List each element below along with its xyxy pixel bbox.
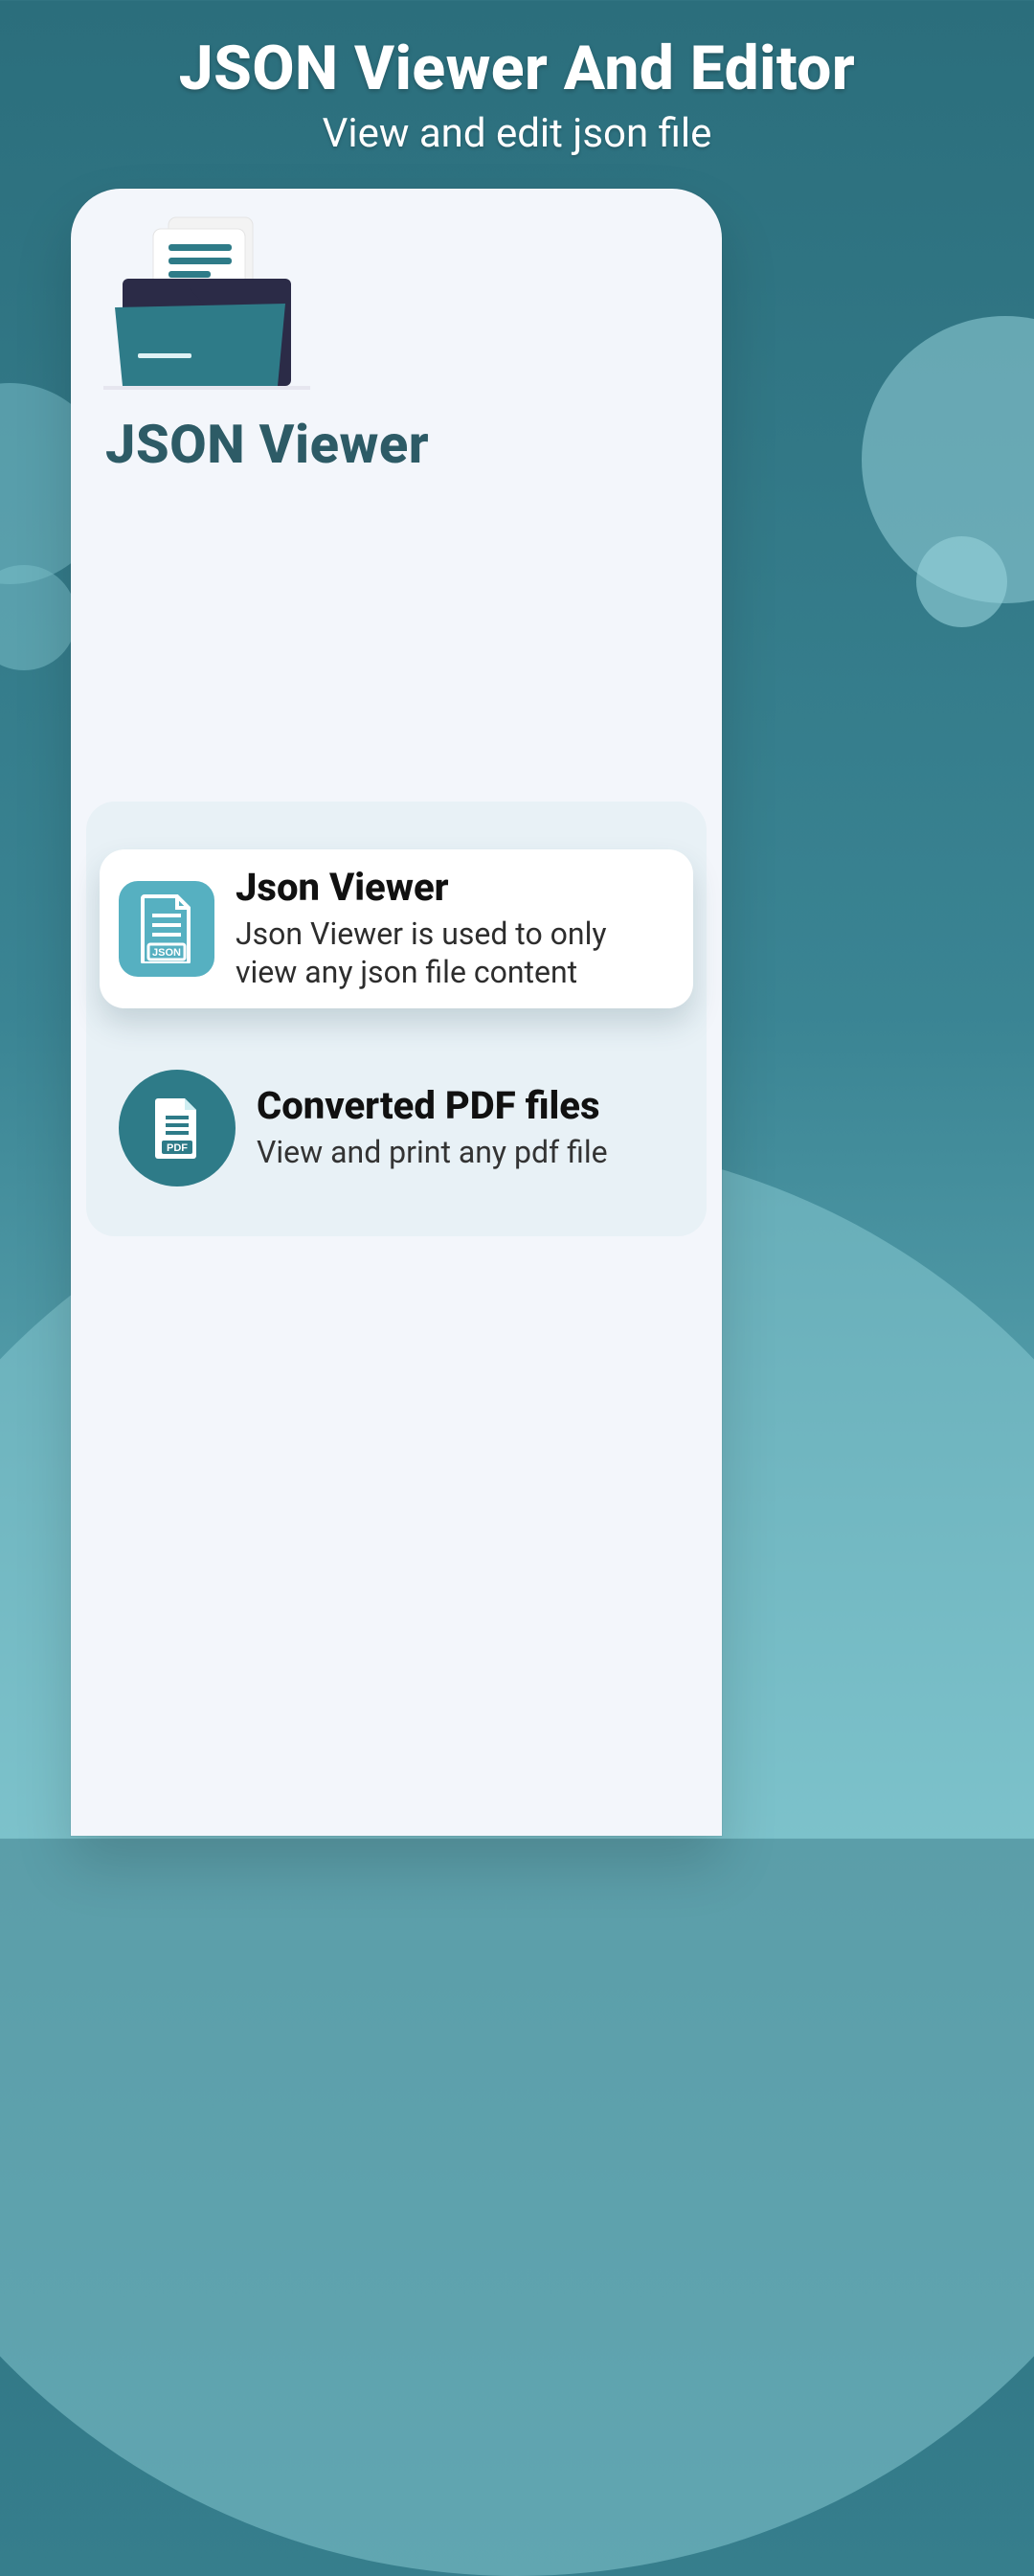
pdf-file-icon: PDF [119, 1070, 236, 1186]
folder-illustration [94, 212, 693, 397]
json-badge-text: JSON [152, 947, 181, 959]
pdf-badge-text: PDF [167, 1142, 188, 1154]
option-description: View and print any pdf file [257, 1133, 674, 1171]
option-description: Json Viewer is used to only view any jso… [236, 915, 674, 991]
option-title: Converted PDF files [257, 1085, 674, 1127]
folder-icon [94, 212, 320, 394]
json-file-icon: JSON [119, 881, 214, 977]
bg-circle [0, 565, 77, 670]
page-subtitle: View and edit json file [0, 110, 1034, 157]
options-panel: JSON Json Viewer Json Viewer is used to … [86, 802, 707, 1236]
bg-circle [916, 536, 1007, 627]
promo-header: JSON Viewer And Editor View and edit jso… [0, 0, 1034, 157]
bg-circle [862, 316, 1034, 603]
option-title: Json Viewer [236, 867, 674, 909]
app-card: JSON Viewer JSON Json Viewer Json Viewer… [71, 189, 722, 1836]
card-title: JSON Viewer [105, 413, 687, 476]
card-hero: JSON Viewer [71, 212, 722, 476]
page-title: JSON Viewer And Editor [0, 33, 1034, 104]
option-converted-pdf[interactable]: PDF Converted PDF files View and print a… [100, 1052, 693, 1204]
option-json-viewer[interactable]: JSON Json Viewer Json Viewer is used to … [100, 849, 693, 1008]
